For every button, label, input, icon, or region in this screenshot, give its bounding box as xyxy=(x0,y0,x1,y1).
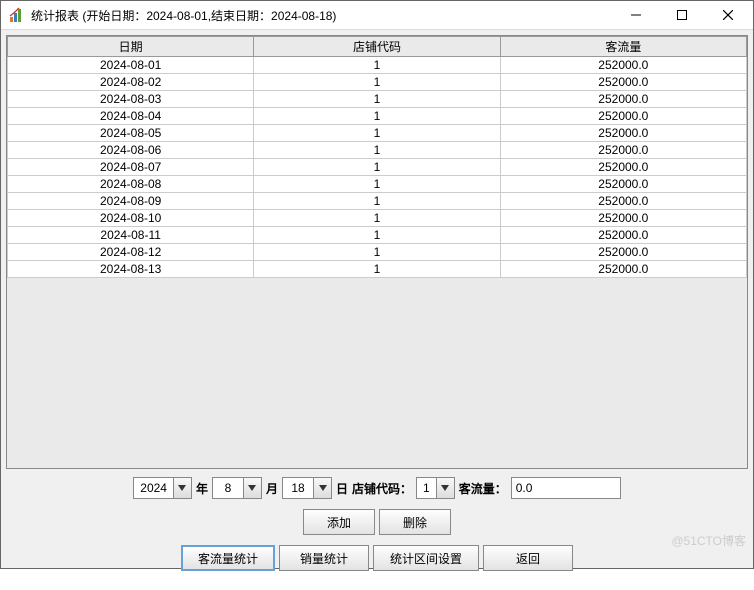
cell-traffic: 252000.0 xyxy=(500,244,746,261)
table-row[interactable]: 2024-08-061252000.0 xyxy=(8,142,747,159)
cell-traffic: 252000.0 xyxy=(500,193,746,210)
day-dropdown-icon[interactable] xyxy=(313,478,331,498)
cell-store: 1 xyxy=(254,193,500,210)
cell-traffic: 252000.0 xyxy=(500,74,746,91)
table-row[interactable]: 2024-08-121252000.0 xyxy=(8,244,747,261)
app-window: 统计报表 (开始日期：2024-08-01,结束日期：2024-08-18) 日… xyxy=(0,0,754,569)
cell-date: 2024-08-11 xyxy=(8,227,254,244)
data-table-container: 日期 店铺代码 客流量 2024-08-011252000.02024-08-0… xyxy=(6,35,748,469)
titlebar: 统计报表 (开始日期：2024-08-01,结束日期：2024-08-18) xyxy=(1,1,753,30)
cell-store: 1 xyxy=(254,57,500,74)
cell-date: 2024-08-07 xyxy=(8,159,254,176)
table-row[interactable]: 2024-08-021252000.0 xyxy=(8,74,747,91)
cell-date: 2024-08-05 xyxy=(8,125,254,142)
cell-store: 1 xyxy=(254,91,500,108)
data-table: 日期 店铺代码 客流量 2024-08-011252000.02024-08-0… xyxy=(7,36,747,278)
cell-store: 1 xyxy=(254,176,500,193)
table-row[interactable]: 2024-08-011252000.0 xyxy=(8,57,747,74)
cell-store: 1 xyxy=(254,142,500,159)
add-button[interactable]: 添加 xyxy=(303,509,375,535)
store-code-value: 1 xyxy=(417,481,436,495)
maximize-button[interactable] xyxy=(659,1,705,29)
table-row[interactable]: 2024-08-111252000.0 xyxy=(8,227,747,244)
traffic-input[interactable] xyxy=(511,477,621,499)
day-label: 日 xyxy=(336,480,348,497)
month-label: 月 xyxy=(266,480,278,497)
cell-traffic: 252000.0 xyxy=(500,210,746,227)
cell-date: 2024-08-01 xyxy=(8,57,254,74)
cell-date: 2024-08-08 xyxy=(8,176,254,193)
cell-date: 2024-08-04 xyxy=(8,108,254,125)
table-row[interactable]: 2024-08-031252000.0 xyxy=(8,91,747,108)
table-row[interactable]: 2024-08-041252000.0 xyxy=(8,108,747,125)
table-row[interactable]: 2024-08-091252000.0 xyxy=(8,193,747,210)
cell-traffic: 252000.0 xyxy=(500,227,746,244)
cell-store: 1 xyxy=(254,125,500,142)
cell-store: 1 xyxy=(254,227,500,244)
cell-store: 1 xyxy=(254,74,500,91)
cell-traffic: 252000.0 xyxy=(500,176,746,193)
app-icon xyxy=(9,7,25,23)
store-code-selector[interactable]: 1 xyxy=(416,477,455,499)
cell-traffic: 252000.0 xyxy=(500,261,746,278)
cell-date: 2024-08-12 xyxy=(8,244,254,261)
cell-store: 1 xyxy=(254,159,500,176)
delete-button[interactable]: 删除 xyxy=(379,509,451,535)
action-row-1: 添加 删除 xyxy=(6,509,748,535)
interval-settings-button[interactable]: 统计区间设置 xyxy=(373,545,479,571)
month-value: 8 xyxy=(213,481,243,495)
cell-traffic: 252000.0 xyxy=(500,125,746,142)
input-row: 2024 年 8 月 18 日 店铺代码： 1 xyxy=(6,477,748,499)
col-header-date[interactable]: 日期 xyxy=(8,37,254,57)
cell-date: 2024-08-10 xyxy=(8,210,254,227)
controls-panel: 2024 年 8 月 18 日 店铺代码： 1 xyxy=(6,469,748,585)
table-row[interactable]: 2024-08-131252000.0 xyxy=(8,261,747,278)
cell-store: 1 xyxy=(254,261,500,278)
cell-date: 2024-08-09 xyxy=(8,193,254,210)
month-dropdown-icon[interactable] xyxy=(243,478,261,498)
col-header-traffic[interactable]: 客流量 xyxy=(500,37,746,57)
cell-date: 2024-08-03 xyxy=(8,91,254,108)
table-row[interactable]: 2024-08-081252000.0 xyxy=(8,176,747,193)
traffic-stats-button[interactable]: 客流量统计 xyxy=(181,545,275,571)
year-selector[interactable]: 2024 xyxy=(133,477,192,499)
table-row[interactable]: 2024-08-051252000.0 xyxy=(8,125,747,142)
table-row[interactable]: 2024-08-101252000.0 xyxy=(8,210,747,227)
col-header-store[interactable]: 店铺代码 xyxy=(254,37,500,57)
cell-store: 1 xyxy=(254,210,500,227)
cell-traffic: 252000.0 xyxy=(500,142,746,159)
cell-store: 1 xyxy=(254,244,500,261)
action-row-2: 客流量统计 销量统计 统计区间设置 返回 xyxy=(6,545,748,571)
store-code-label: 店铺代码： xyxy=(352,480,412,497)
cell-date: 2024-08-02 xyxy=(8,74,254,91)
cell-traffic: 252000.0 xyxy=(500,159,746,176)
minimize-button[interactable] xyxy=(613,1,659,29)
content-area: 日期 店铺代码 客流量 2024-08-011252000.02024-08-0… xyxy=(1,30,753,590)
month-selector[interactable]: 8 xyxy=(212,477,262,499)
traffic-label: 客流量： xyxy=(459,480,507,497)
store-dropdown-icon[interactable] xyxy=(436,478,454,498)
back-button[interactable]: 返回 xyxy=(483,545,573,571)
window-controls xyxy=(613,1,751,29)
cell-traffic: 252000.0 xyxy=(500,108,746,125)
cell-traffic: 252000.0 xyxy=(500,91,746,108)
cell-traffic: 252000.0 xyxy=(500,57,746,74)
day-value: 18 xyxy=(283,481,313,495)
window-title: 统计报表 (开始日期：2024-08-01,结束日期：2024-08-18) xyxy=(31,7,613,24)
sales-stats-button[interactable]: 销量统计 xyxy=(279,545,369,571)
year-dropdown-icon[interactable] xyxy=(173,478,191,498)
year-label: 年 xyxy=(196,480,208,497)
year-value: 2024 xyxy=(134,481,173,495)
close-button[interactable] xyxy=(705,1,751,29)
table-empty-area xyxy=(7,278,747,468)
cell-store: 1 xyxy=(254,108,500,125)
cell-date: 2024-08-13 xyxy=(8,261,254,278)
cell-date: 2024-08-06 xyxy=(8,142,254,159)
table-row[interactable]: 2024-08-071252000.0 xyxy=(8,159,747,176)
day-selector[interactable]: 18 xyxy=(282,477,332,499)
